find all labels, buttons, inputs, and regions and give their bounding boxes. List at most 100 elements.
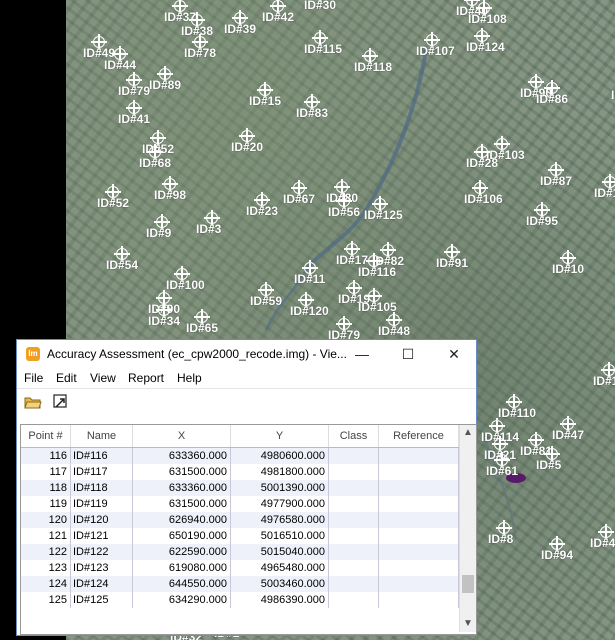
column-header-reference[interactable]: Reference [379,425,459,447]
table-row[interactable]: 118 ID#118 633360.000 5001390.000 [21,480,459,496]
table-row[interactable]: 123 ID#123 619080.000 4965480.000 [21,560,459,576]
cell-y[interactable]: 4965480.000 [231,560,329,576]
maximize-button[interactable]: ☐ [385,340,431,368]
cell-y[interactable]: 4981800.000 [231,464,329,480]
map-point-label: ID#44 [104,58,137,72]
cell-num[interactable]: 123 [21,560,71,576]
cell-y[interactable]: 5015040.000 [231,544,329,560]
menu-edit[interactable]: Edit [56,371,77,385]
cell-name[interactable]: ID#118 [71,480,133,496]
cell-cls[interactable] [329,448,379,464]
cell-ref[interactable] [379,512,459,528]
cell-name[interactable]: ID#125 [71,592,133,608]
cell-ref[interactable] [379,496,459,512]
cell-name[interactable]: ID#124 [71,576,133,592]
cell-cls[interactable] [329,512,379,528]
scroll-down-icon[interactable]: ▼ [460,616,476,632]
table-row[interactable]: 124 ID#124 644550.000 5003460.000 [21,576,459,592]
map-point-label: ID#1 [593,374,615,388]
column-header-name[interactable]: Name [71,425,133,447]
map-point-label: ID#125 [364,208,403,222]
cell-y[interactable]: 5001390.000 [231,480,329,496]
cell-num[interactable]: 118 [21,480,71,496]
title-bar[interactable]: Im Accuracy Assessment (ec_cpw2000_recod… [17,340,476,368]
cell-y[interactable]: 4980600.000 [231,448,329,464]
cell-cls[interactable] [329,464,379,480]
table-row[interactable]: 120 ID#120 626940.000 4976580.000 [21,512,459,528]
cell-y[interactable]: 4986390.000 [231,592,329,608]
cell-ref[interactable] [379,464,459,480]
cell-cls[interactable] [329,496,379,512]
map-point-label: ID#87 [540,174,573,188]
cell-ref[interactable] [379,544,459,560]
select-pointer-icon[interactable] [52,393,70,411]
menu-file[interactable]: File [24,371,43,385]
cell-x[interactable]: 631500.000 [133,496,231,512]
table-row[interactable]: 125 ID#125 634290.000 4986390.000 [21,592,459,608]
cell-cls[interactable] [329,528,379,544]
cell-ref[interactable] [379,592,459,608]
cell-cls[interactable] [329,544,379,560]
cell-x[interactable]: 631500.000 [133,464,231,480]
menu-report[interactable]: Report [128,371,164,385]
cell-name[interactable]: ID#123 [71,560,133,576]
cell-y[interactable]: 4976580.000 [231,512,329,528]
cell-x[interactable]: 634290.000 [133,592,231,608]
cell-ref[interactable] [379,560,459,576]
close-button[interactable]: ✕ [431,340,477,368]
column-header-class[interactable]: Class [329,425,379,447]
cell-x[interactable]: 622590.000 [133,544,231,560]
cell-name[interactable]: ID#116 [71,448,133,464]
cell-cls[interactable] [329,592,379,608]
cell-x[interactable]: 633360.000 [133,480,231,496]
minimize-button[interactable]: — [339,340,385,368]
cell-ref[interactable] [379,528,459,544]
cell-name[interactable]: ID#122 [71,544,133,560]
cell-ref[interactable] [379,576,459,592]
cell-num[interactable]: 119 [21,496,71,512]
map-point-label: ID#59 [250,294,283,308]
cell-x[interactable]: 633360.000 [133,448,231,464]
scroll-thumb[interactable] [462,575,474,593]
cell-x[interactable]: 626940.000 [133,512,231,528]
cell-cls[interactable] [329,480,379,496]
column-header-x[interactable]: X [133,425,231,447]
scroll-up-icon[interactable]: ▲ [460,425,476,441]
menu-help[interactable]: Help [177,371,202,385]
table-row[interactable]: 116 ID#116 633360.000 4980600.000 [21,448,459,464]
menu-view[interactable]: View [90,371,116,385]
cell-name[interactable]: ID#121 [71,528,133,544]
table-row[interactable]: 122 ID#122 622590.000 5015040.000 [21,544,459,560]
cell-num[interactable]: 120 [21,512,71,528]
cell-x[interactable]: 619080.000 [133,560,231,576]
cell-num[interactable]: 122 [21,544,71,560]
cell-cls[interactable] [329,576,379,592]
cell-name[interactable]: ID#119 [71,496,133,512]
table-row[interactable]: 117 ID#117 631500.000 4981800.000 [21,464,459,480]
column-header-y[interactable]: Y [231,425,329,447]
cell-y[interactable]: 5016510.000 [231,528,329,544]
open-folder-icon[interactable] [24,393,42,411]
cell-num[interactable]: 116 [21,448,71,464]
cell-num[interactable]: 124 [21,576,71,592]
cell-x[interactable]: 650190.000 [133,528,231,544]
cell-ref[interactable] [379,480,459,496]
cell-ref[interactable] [379,448,459,464]
cell-name[interactable]: ID#117 [71,464,133,480]
accuracy-table[interactable]: Point # Name X Y Class Reference 116 ID#1… [20,424,477,635]
cell-num[interactable]: 121 [21,528,71,544]
column-header-point[interactable]: Point # [21,425,71,447]
cell-num[interactable]: 117 [21,464,71,480]
cell-num[interactable]: 125 [21,592,71,608]
cell-y[interactable]: 5003460.000 [231,576,329,592]
accuracy-assessment-window[interactable]: Im Accuracy Assessment (ec_cpw2000_recod… [16,339,477,636]
table-row[interactable]: 119 ID#119 631500.000 4977900.000 [21,496,459,512]
cell-x[interactable]: 644550.000 [133,576,231,592]
cell-cls[interactable] [329,560,379,576]
vertical-scrollbar[interactable]: ▲ ▼ [459,425,476,632]
cell-y[interactable]: 4977900.000 [231,496,329,512]
table-row[interactable]: 121 ID#121 650190.000 5016510.000 [21,528,459,544]
map-point-label: ID#89 [149,78,182,92]
window-title: Accuracy Assessment (ec_cpw2000_recode.i… [47,347,347,361]
cell-name[interactable]: ID#120 [71,512,133,528]
